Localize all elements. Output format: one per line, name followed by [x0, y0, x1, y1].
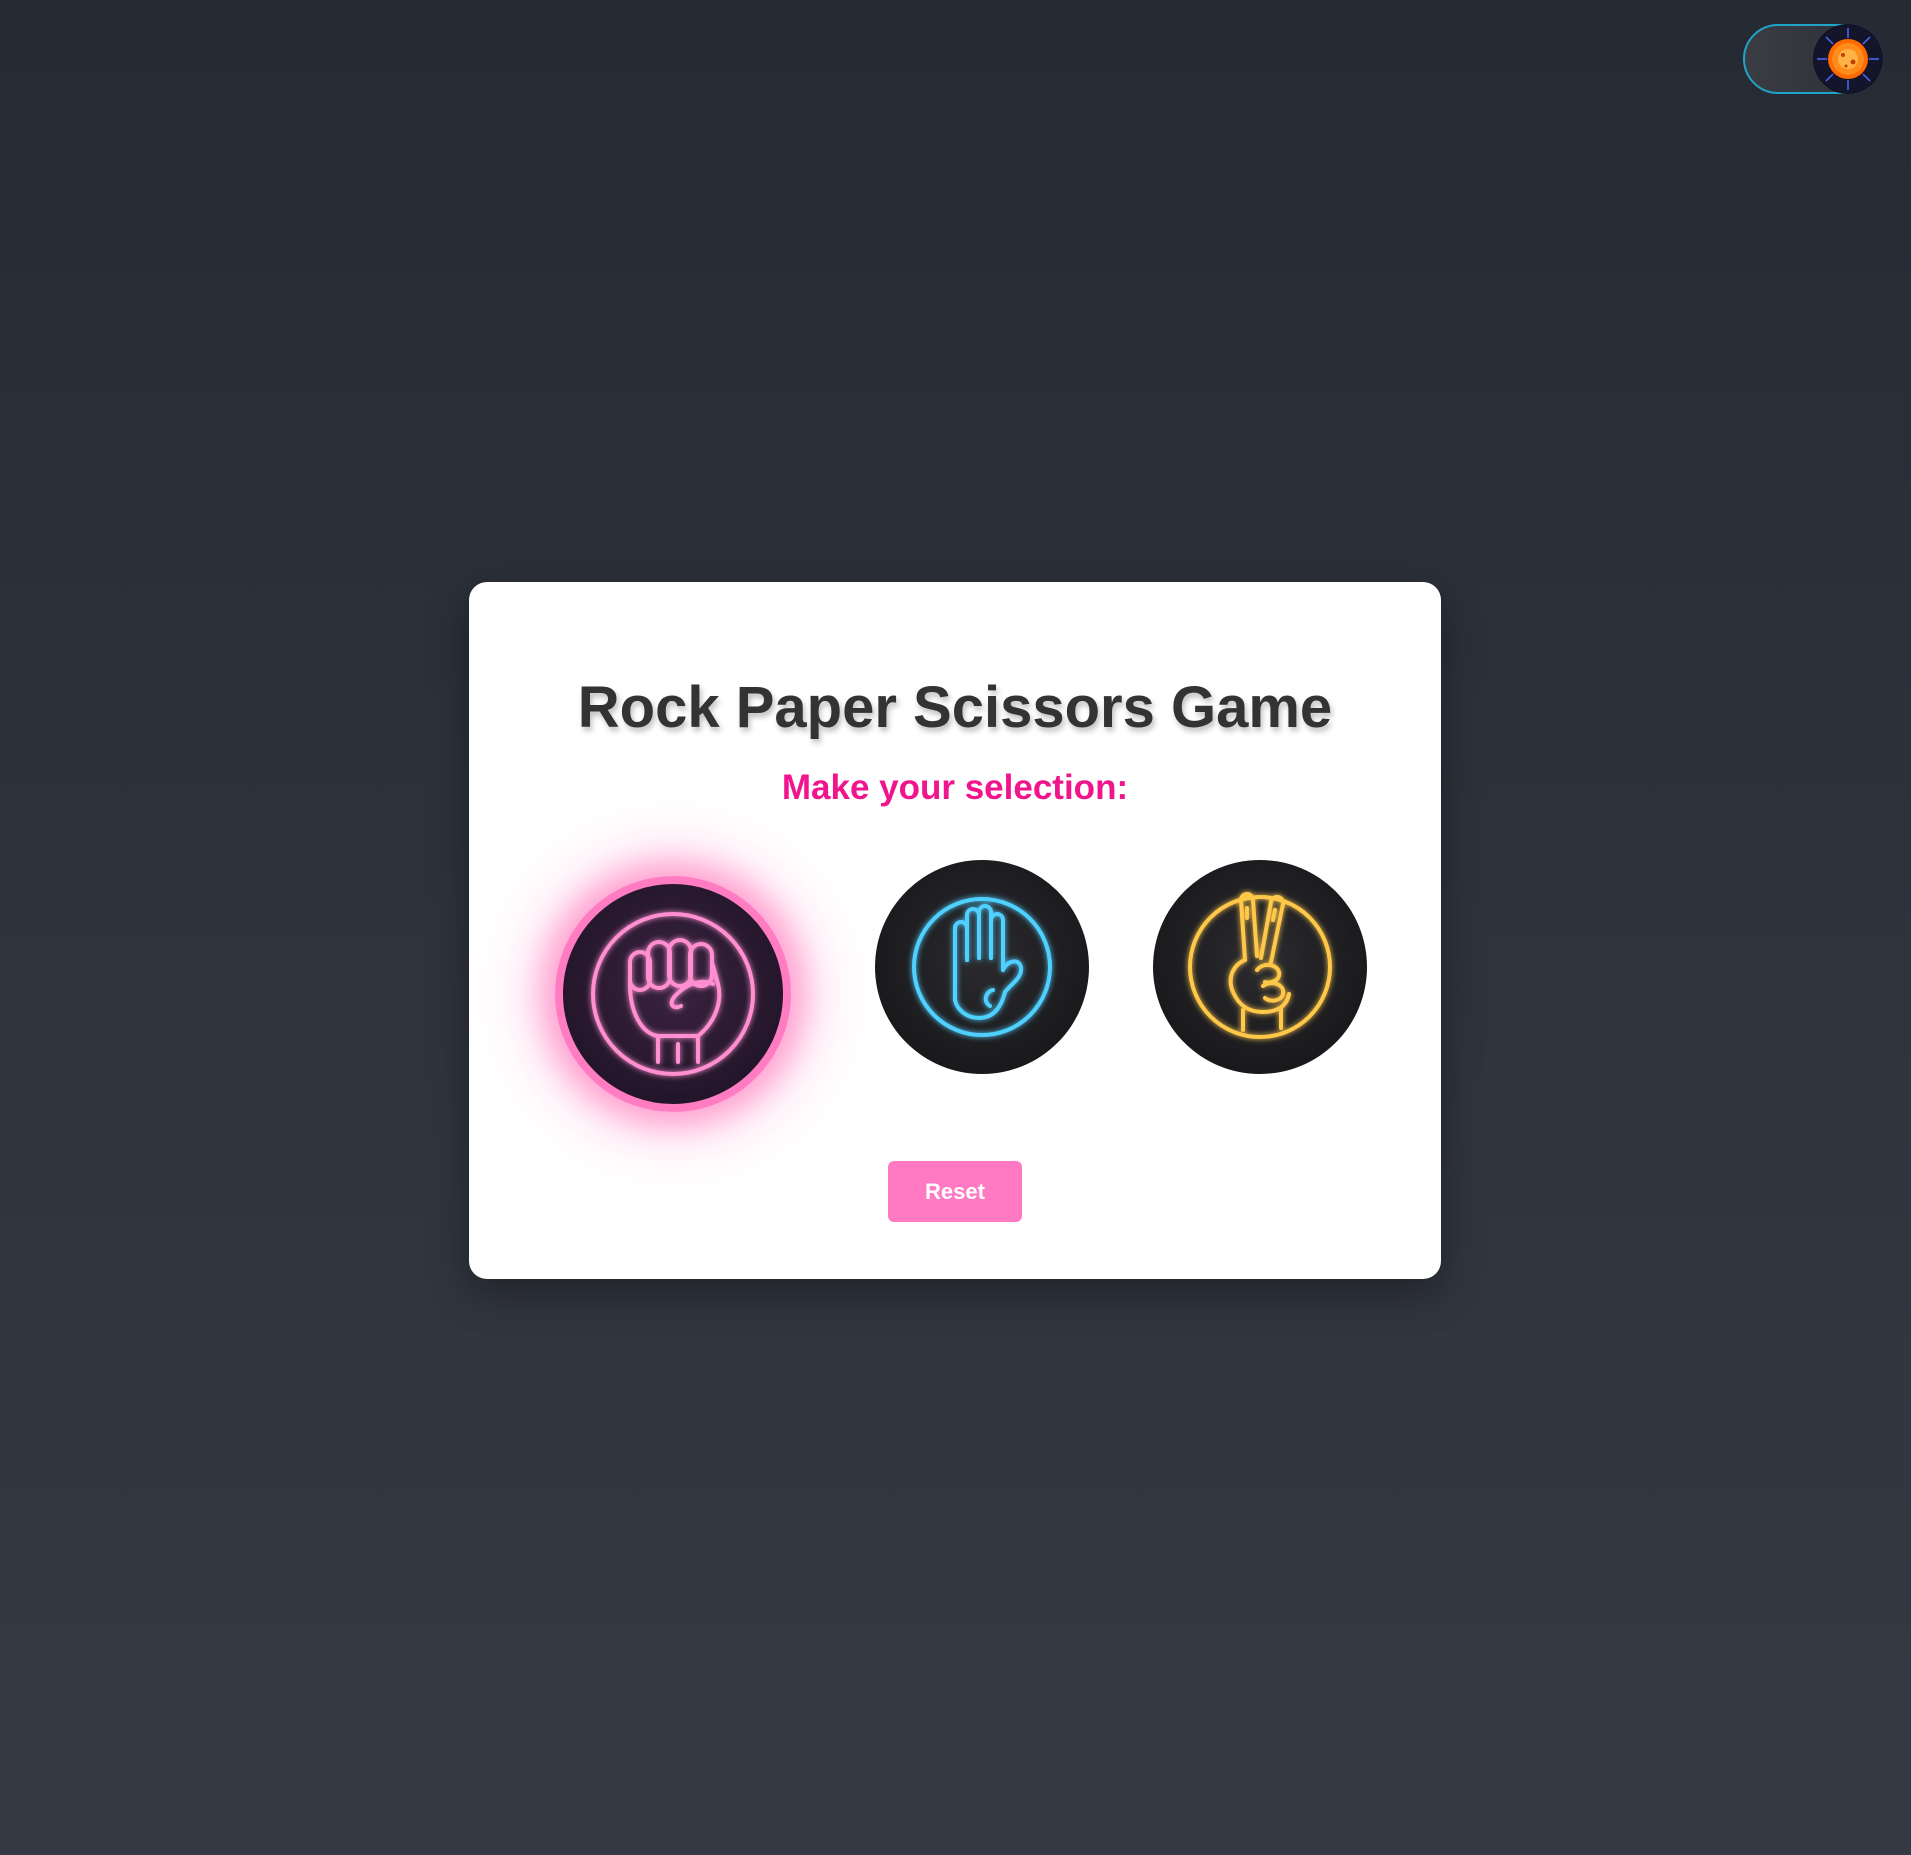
scissors-choice-button[interactable]: [1153, 860, 1367, 1074]
theme-toggle[interactable]: [1743, 24, 1883, 94]
paper-choice-button[interactable]: [875, 860, 1089, 1074]
neon-fist-icon: [591, 912, 755, 1076]
page-title: Rock Paper Scissors Game: [577, 675, 1333, 740]
game-card: Rock Paper Scissors Game Make your selec…: [469, 582, 1441, 1279]
neon-open-hand-icon: [912, 897, 1052, 1037]
reset-button[interactable]: Reset: [888, 1161, 1022, 1222]
neon-peace-hand-icon: [1188, 892, 1332, 1039]
sun-icon[interactable]: [1813, 24, 1883, 94]
selection-prompt: Make your selection:: [781, 768, 1129, 807]
rock-choice-button[interactable]: [555, 876, 791, 1112]
